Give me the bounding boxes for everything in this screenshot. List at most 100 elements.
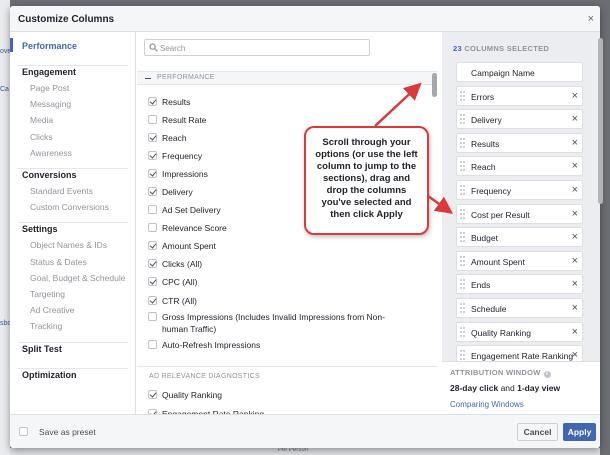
nav-group-split-test[interactable]: Split Test (22, 344, 62, 354)
selected-column-errors[interactable]: Errors × (456, 85, 583, 106)
modal-footer: Save as preset Cancel Apply (10, 414, 600, 448)
checkbox[interactable] (148, 205, 157, 214)
section-header-performance[interactable]: PERFORMANCE (137, 71, 437, 85)
attribution-view: 1-day view (517, 383, 561, 393)
column-name: Budget (471, 233, 498, 244)
drag-handle-icon[interactable] (460, 255, 466, 267)
modal-title: Customize Columns (18, 14, 115, 25)
remove-icon[interactable]: × (572, 160, 578, 172)
remove-icon[interactable]: × (572, 113, 578, 125)
checkbox[interactable] (148, 277, 157, 286)
selected-column-delivery[interactable]: Delivery × (456, 109, 583, 130)
close-icon[interactable]: × (588, 13, 594, 25)
checkbox[interactable] (148, 151, 157, 160)
remove-icon[interactable]: × (572, 184, 578, 196)
search-icon (149, 43, 158, 52)
checkbox[interactable] (148, 115, 157, 124)
drag-handle-icon[interactable] (460, 279, 466, 290)
selected-column-frequency[interactable]: Frequency × (456, 180, 583, 200)
nav-item[interactable]: Targeting (30, 289, 65, 299)
drag-handle-icon[interactable] (460, 161, 466, 172)
nav-item[interactable]: Clicks (30, 132, 53, 142)
nav-item[interactable]: Ad Creative (30, 305, 74, 315)
nav-group-optimization[interactable]: Optimization (22, 370, 77, 380)
selected-column-ends[interactable]: Ends × (456, 274, 583, 295)
nav-group-conversions[interactable]: Conversions (22, 170, 77, 180)
checkbox[interactable] (148, 340, 157, 349)
annotation-text: Scroll through your options (or use the … (315, 137, 418, 220)
checkbox[interactable] (148, 223, 157, 232)
remove-icon[interactable]: × (572, 326, 578, 338)
apply-button[interactable]: Apply (563, 423, 596, 441)
nav-item[interactable]: Messaging (30, 99, 71, 109)
nav-item[interactable]: Custom Conversions (30, 202, 109, 212)
selected-column-amount-spent[interactable]: Amount Spent × (456, 250, 583, 271)
drag-handle-icon[interactable] (460, 114, 466, 125)
nav-group-settings[interactable]: Settings (22, 224, 58, 234)
option-label: Quality Ranking (162, 390, 223, 400)
attribution-description: 28-day click and 1-day view (450, 383, 560, 393)
column-name: Campaign Name (471, 68, 535, 78)
checkbox[interactable] (148, 187, 157, 196)
drag-handle-icon[interactable] (460, 90, 466, 102)
option-label: Amount Spent (162, 241, 216, 251)
remove-icon[interactable]: × (572, 208, 578, 220)
checkbox[interactable] (148, 169, 157, 178)
selected-column-quality-ranking[interactable]: Quality Ranking × (456, 321, 583, 342)
checkbox[interactable] (148, 241, 157, 250)
selected-column-campaign-name[interactable]: Campaign Name (456, 62, 583, 82)
checkbox[interactable] (148, 296, 157, 305)
nav-item[interactable]: Goal, Budget & Schedule (30, 273, 125, 283)
checkbox[interactable] (148, 312, 157, 321)
nav-item[interactable]: Object Names & IDs (30, 240, 107, 250)
nav-item[interactable]: Media (30, 115, 53, 125)
selected-column-results[interactable]: Results × (456, 132, 583, 153)
drag-handle-icon[interactable] (460, 350, 466, 361)
cancel-button[interactable]: Cancel (517, 423, 558, 441)
nav-divider (18, 65, 128, 66)
selected-scrollbar-thumb[interactable] (598, 38, 603, 204)
selected-column-cost-per-result[interactable]: Cost per Result × (456, 203, 583, 224)
nav-divider (18, 341, 128, 343)
selected-column-schedule[interactable]: Schedule × (456, 298, 583, 318)
checkbox[interactable] (148, 390, 157, 399)
save-preset-checkbox[interactable] (19, 427, 28, 436)
nav-item[interactable]: Awareness (30, 148, 72, 158)
remove-icon[interactable]: × (572, 137, 578, 149)
checkbox[interactable] (148, 133, 157, 142)
background-page-edge: ove Ca sbo (0, 0, 11, 455)
nav-item[interactable]: Standard Events (30, 186, 93, 196)
attribution-click: 28-day click (450, 383, 499, 393)
info-icon[interactable]: i (543, 371, 551, 378)
nav-item[interactable]: Page Post (30, 83, 69, 93)
collapse-icon[interactable] (145, 78, 151, 79)
drag-handle-icon[interactable] (460, 137, 466, 149)
drag-handle-icon[interactable] (460, 208, 466, 220)
selected-columns-panel: 23 COLUMNS SELECTED Campaign Name Errors ×… (442, 32, 600, 414)
selected-column-budget[interactable]: Budget × (456, 227, 583, 248)
checkbox[interactable] (148, 97, 157, 106)
nav-item[interactable]: Tracking (30, 321, 62, 331)
checkbox[interactable] (148, 259, 157, 268)
remove-icon[interactable]: × (572, 231, 578, 243)
comparing-windows-link[interactable]: Comparing Windows (450, 400, 524, 409)
selected-column-reach[interactable]: Reach × (456, 156, 583, 177)
nav-group-performance[interactable]: Performance (22, 41, 77, 51)
drag-handle-icon[interactable] (460, 232, 466, 243)
drag-handle-icon[interactable] (460, 326, 466, 338)
nav-item[interactable]: Status & Dates (30, 257, 87, 267)
column-name: Errors (471, 91, 495, 102)
search-box[interactable] (144, 39, 370, 56)
remove-icon[interactable]: × (572, 349, 578, 361)
option-label: CPC (All) (162, 277, 198, 287)
remove-icon[interactable]: × (572, 90, 578, 102)
options-scrollbar[interactable] (432, 73, 437, 97)
remove-icon[interactable]: × (572, 255, 578, 267)
remove-icon[interactable]: × (572, 278, 578, 290)
nav-group-engagement[interactable]: Engagement (22, 67, 76, 77)
nav-divider (18, 168, 128, 169)
remove-icon[interactable]: × (572, 302, 578, 314)
drag-handle-icon[interactable] (460, 303, 466, 314)
drag-handle-icon[interactable] (460, 185, 466, 196)
search-input[interactable] (160, 42, 360, 54)
